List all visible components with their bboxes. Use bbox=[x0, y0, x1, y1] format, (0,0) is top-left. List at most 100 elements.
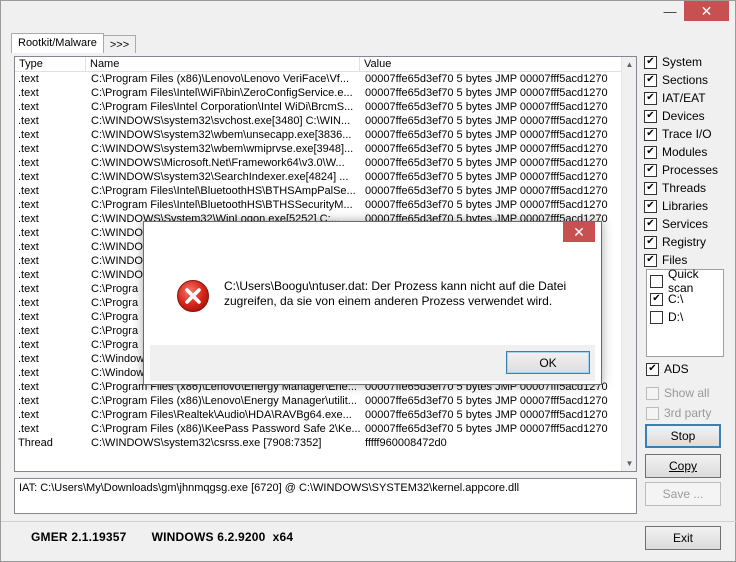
table-row[interactable]: .text C:\Program Files\Intel\BluetoothHS\… bbox=[15, 198, 623, 212]
tab-more[interactable]: >>> bbox=[102, 35, 137, 53]
cell-type: .text bbox=[18, 241, 39, 253]
table-row[interactable]: .text C:\Program Files\Realtek\Audio\HDA\… bbox=[15, 408, 623, 422]
os-label: WINDOWS 6.2.9200 x64 bbox=[151, 530, 294, 544]
cell-name: C:\Program Files\Realtek\Audio\HDA\RAVBg… bbox=[91, 409, 352, 421]
table-row[interactable]: .text C:\Program Files\Intel\WiFi\bin\Zer… bbox=[15, 86, 623, 100]
ads-checkbox-box[interactable]: ✔ bbox=[646, 362, 659, 376]
checkbox-box[interactable]: ✔ bbox=[644, 109, 657, 123]
checkbox-box[interactable] bbox=[650, 274, 663, 288]
scroll-down-icon[interactable]: ▼ bbox=[622, 456, 636, 471]
table-row[interactable]: .text C:\WINDOWS\system32\wbem\wmiprvse.e… bbox=[15, 142, 623, 156]
dialog-close-button[interactable]: ✕ bbox=[563, 222, 595, 242]
checkbox-box[interactable]: ✔ bbox=[650, 292, 663, 306]
checkbox-box[interactable]: ✔ bbox=[644, 73, 657, 87]
table-row[interactable]: .text C:\WINDOWS\system32\svchost.exe[348… bbox=[15, 114, 623, 128]
checkbox-box[interactable] bbox=[650, 310, 663, 324]
checkbox-label: Modules bbox=[662, 145, 708, 159]
cell-name: C:\Program Files\Intel\WiFi\bin\ZeroConf… bbox=[91, 87, 353, 99]
checkbox-box[interactable]: ✔ bbox=[644, 145, 657, 159]
cell-name: C:\Program Files\Intel Corporation\Intel… bbox=[91, 101, 354, 113]
checkbox-label: Trace I/O bbox=[662, 127, 712, 141]
ads-checkbox[interactable]: ✔ ADS bbox=[646, 360, 689, 378]
option-modules[interactable]: ✔ Modules bbox=[644, 143, 729, 161]
checkbox-box[interactable]: ✔ bbox=[644, 235, 657, 249]
third-party-checkbox[interactable]: 3rd party bbox=[646, 404, 711, 422]
ads-label: ADS bbox=[664, 362, 689, 376]
cell-type: .text bbox=[18, 185, 39, 197]
table-row[interactable]: .text C:\Program Files\Intel\BluetoothHS\… bbox=[15, 184, 623, 198]
ok-button[interactable]: OK bbox=[506, 351, 590, 374]
column-header-type[interactable]: Type bbox=[15, 57, 86, 72]
cell-type: .text bbox=[18, 283, 39, 295]
table-row[interactable]: .text C:\Program Files\Intel Corporation\… bbox=[15, 100, 623, 114]
checkbox-box[interactable]: ✔ bbox=[644, 163, 657, 177]
checkbox-box[interactable]: ✔ bbox=[644, 253, 657, 267]
files-option[interactable]: Quick scan bbox=[650, 267, 720, 295]
save-button[interactable]: Save ... bbox=[645, 482, 721, 506]
cell-type: .text bbox=[18, 353, 39, 365]
cell-value: 00007ffe65d3ef70 5 bytes JMP 00007fff5ac… bbox=[365, 129, 608, 141]
checkbox-label: Devices bbox=[662, 109, 705, 123]
close-button[interactable]: ✕ bbox=[684, 1, 729, 21]
table-row[interactable]: .text C:\WINDOWS\Microsoft.Net\Framework6… bbox=[15, 156, 623, 170]
option-system[interactable]: ✔ System bbox=[644, 53, 729, 71]
option-registry[interactable]: ✔ Registry bbox=[644, 233, 729, 251]
checkbox-box[interactable]: ✔ bbox=[644, 91, 657, 105]
column-header-name[interactable]: Name bbox=[86, 57, 360, 72]
footer-bar: GMER 2.1.19357 WINDOWS 6.2.9200 x64 Exit bbox=[1, 521, 736, 557]
checkbox-label: System bbox=[662, 55, 703, 69]
option-services[interactable]: ✔ Services bbox=[644, 215, 729, 233]
option-processes[interactable]: ✔ Processes bbox=[644, 161, 729, 179]
option-devices[interactable]: ✔ Devices bbox=[644, 107, 729, 125]
option-threads[interactable]: ✔ Threads bbox=[644, 179, 729, 197]
cell-value: 00007ffe65d3ef70 5 bytes JMP 00007fff5ac… bbox=[365, 185, 608, 197]
option-sections[interactable]: ✔ Sections bbox=[644, 71, 729, 89]
show-all-checkbox[interactable]: Show all bbox=[646, 384, 709, 402]
cell-value: 00007ffe65d3ef70 5 bytes JMP 00007fff5ac… bbox=[365, 115, 608, 127]
table-row[interactable]: .text C:\WINDOWS\system32\wbem\unsecapp.e… bbox=[15, 128, 623, 142]
table-row[interactable]: .text C:\Program Files (x86)\Lenovo\Energ… bbox=[15, 394, 623, 408]
options-panel: ✔ System ✔ Sections ✔ IAT/EAT ✔ Devices ✔ Trace I… bbox=[644, 53, 729, 269]
stop-button[interactable]: Stop bbox=[645, 424, 721, 448]
files-option[interactable]: D:\ bbox=[650, 308, 720, 326]
titlebar-controls: — ✕ bbox=[656, 1, 729, 21]
copy-button[interactable]: Copy bbox=[645, 454, 721, 478]
vertical-scrollbar[interactable]: ▲ ▼ bbox=[621, 57, 636, 471]
cell-name: C:\Program Files (x86)\Lenovo\Energy Man… bbox=[91, 395, 357, 407]
cell-value: 00007ffe65d3ef70 5 bytes JMP 00007fff5ac… bbox=[365, 423, 608, 435]
table-row[interactable]: .text C:\Program Files (x86)\KeePass Pass… bbox=[15, 422, 623, 436]
show-all-checkbox-box[interactable] bbox=[646, 386, 659, 400]
show-all-label: Show all bbox=[664, 386, 710, 400]
minimize-button[interactable]: — bbox=[656, 1, 684, 21]
cell-value: 00007ffe65d3ef70 5 bytes JMP 00007fff5ac… bbox=[365, 395, 608, 407]
checkbox-box[interactable]: ✔ bbox=[644, 217, 657, 231]
cell-value: 00007ffe65d3ef70 5 bytes JMP 00007fff5ac… bbox=[365, 157, 608, 169]
cell-type: .text bbox=[18, 73, 39, 85]
dialog-message-line2: zugreifen, da sie von einem anderen Proz… bbox=[224, 294, 553, 308]
cell-type: .text bbox=[18, 143, 39, 155]
cell-type: .text bbox=[18, 87, 39, 99]
checkbox-box[interactable]: ✔ bbox=[644, 199, 657, 213]
option-iat-eat[interactable]: ✔ IAT/EAT bbox=[644, 89, 729, 107]
option-libraries[interactable]: ✔ Libraries bbox=[644, 197, 729, 215]
scroll-up-icon[interactable]: ▲ bbox=[622, 57, 636, 72]
dialog-message: C:\Users\Boogu\ntuser.dat: Der Prozess k… bbox=[224, 279, 584, 309]
cell-type: .text bbox=[18, 409, 39, 421]
cell-type: .text bbox=[18, 367, 39, 379]
option-trace-i-o[interactable]: ✔ Trace I/O bbox=[644, 125, 729, 143]
checkbox-label: Threads bbox=[662, 181, 707, 195]
cell-name: C:\Program Files\Intel\BluetoothHS\BTHSA… bbox=[91, 185, 356, 197]
table-row[interactable]: .text C:\WINDOWS\system32\SearchIndexer.e… bbox=[15, 170, 623, 184]
table-row[interactable]: .text C:\Program Files (x86)\Lenovo\Lenov… bbox=[15, 72, 623, 86]
exit-button[interactable]: Exit bbox=[645, 526, 721, 550]
table-row[interactable]: Thread C:\WINDOWS\system32\csrss.exe [790… bbox=[15, 436, 623, 450]
cell-type: .text bbox=[18, 381, 39, 393]
checkbox-box[interactable]: ✔ bbox=[644, 181, 657, 195]
tab-rootkit-malware[interactable]: Rootkit/Malware bbox=[11, 33, 104, 53]
cell-value: 00007ffe65d3ef70 5 bytes JMP 00007fff5ac… bbox=[365, 101, 608, 113]
third-party-checkbox-box[interactable] bbox=[646, 406, 659, 420]
checkbox-box[interactable]: ✔ bbox=[644, 127, 657, 141]
column-header-value[interactable]: Value bbox=[360, 57, 622, 72]
checkbox-box[interactable]: ✔ bbox=[644, 55, 657, 69]
cell-name: C:\WINDOWS\system32\svchost.exe[3480] C:… bbox=[91, 115, 351, 127]
